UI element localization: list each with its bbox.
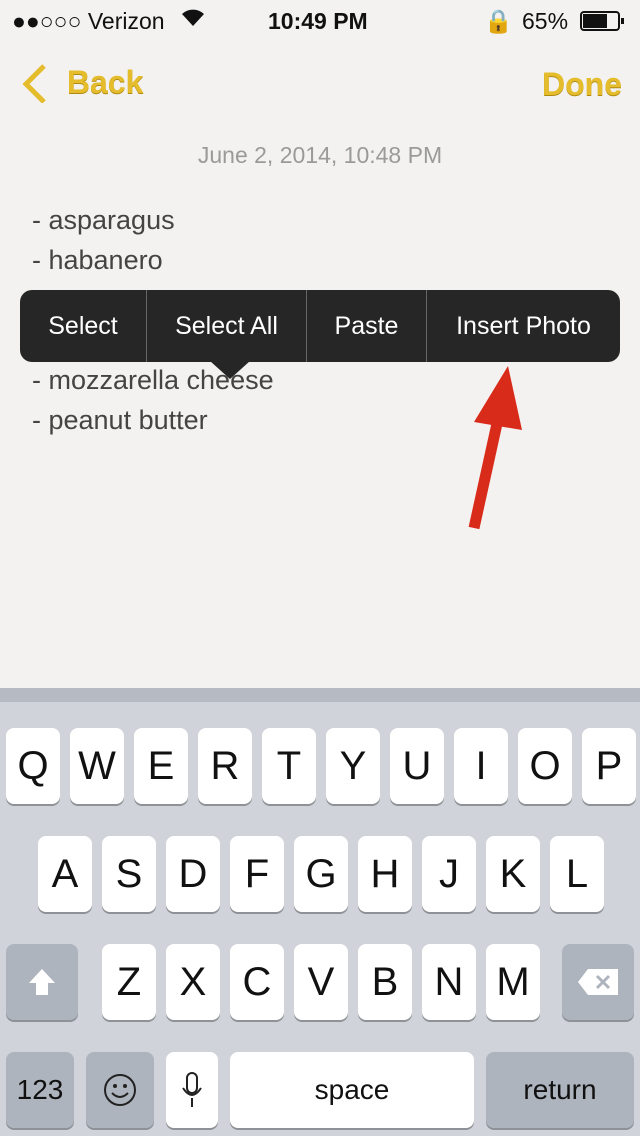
battery-percent: 65% — [522, 8, 569, 34]
menu-pointer — [210, 361, 250, 379]
key-q[interactable]: Q — [6, 728, 60, 804]
note-line: - peanut butter — [32, 405, 208, 435]
key-k[interactable]: K — [486, 836, 540, 912]
key-f[interactable]: F — [230, 836, 284, 912]
key-w[interactable]: W — [70, 728, 124, 804]
key-b[interactable]: B — [358, 944, 412, 1020]
key-u[interactable]: U — [390, 728, 444, 804]
key-o[interactable]: O — [518, 728, 572, 804]
shift-icon — [29, 969, 55, 995]
key-d[interactable]: D — [166, 836, 220, 912]
keyboard: Q W E R T Y U I O P A S D F G H J K L Z X C V B N M 123 space return — [0, 688, 640, 1136]
microphone-icon — [182, 1072, 202, 1107]
delete-icon — [578, 969, 618, 995]
note-date: June 2, 2014, 10:48 PM — [197, 142, 443, 168]
key-g[interactable]: G — [294, 836, 348, 912]
key-s[interactable]: S — [102, 836, 156, 912]
rotation-lock-icon: 🔒 — [484, 8, 513, 34]
done-button[interactable]: Done — [542, 66, 622, 103]
key-m[interactable]: M — [486, 944, 540, 1020]
key-z[interactable]: Z — [102, 944, 156, 1020]
clock: 10:49 PM — [268, 8, 368, 34]
back-label: Back — [66, 64, 144, 101]
edit-menu: Select Select All Paste Insert Photo — [20, 290, 620, 362]
status-bar: ●●○○○ Verizon 10:49 PM 🔒 65% — [0, 0, 640, 40]
key-n[interactable]: N — [422, 944, 476, 1020]
select-all-button[interactable]: Select All — [147, 290, 307, 362]
key-j[interactable]: J — [422, 836, 476, 912]
wifi-icon — [180, 6, 206, 34]
emoji-key[interactable] — [86, 1052, 154, 1128]
key-t[interactable]: T — [262, 728, 316, 804]
shift-key[interactable] — [6, 944, 78, 1020]
key-v[interactable]: V — [294, 944, 348, 1020]
select-button[interactable]: Select — [20, 290, 147, 362]
key-e[interactable]: E — [134, 728, 188, 804]
delete-key[interactable] — [562, 944, 634, 1020]
space-key[interactable]: space — [230, 1052, 474, 1128]
key-l[interactable]: L — [550, 836, 604, 912]
chevron-left-icon — [22, 63, 46, 104]
insert-photo-button[interactable]: Insert Photo — [427, 290, 620, 362]
battery-icon — [580, 10, 626, 37]
carrier: ●●○○○ Verizon — [12, 8, 165, 34]
note-line: - habanero — [32, 245, 163, 275]
dictation-key[interactable] — [166, 1052, 218, 1128]
key-a[interactable]: A — [38, 836, 92, 912]
emoji-icon — [104, 1074, 136, 1106]
key-p[interactable]: P — [582, 728, 636, 804]
return-key[interactable]: return — [486, 1052, 634, 1128]
numbers-key[interactable]: 123 — [6, 1052, 74, 1128]
red-arrow-annotation — [468, 366, 522, 530]
back-button[interactable]: Back — [20, 62, 144, 104]
key-h[interactable]: H — [358, 836, 412, 912]
key-r[interactable]: R — [198, 728, 252, 804]
key-x[interactable]: X — [166, 944, 220, 1020]
key-c[interactable]: C — [230, 944, 284, 1020]
key-i[interactable]: I — [454, 728, 508, 804]
note-line: - asparagus — [32, 205, 175, 235]
paste-button[interactable]: Paste — [307, 290, 427, 362]
key-y[interactable]: Y — [326, 728, 380, 804]
